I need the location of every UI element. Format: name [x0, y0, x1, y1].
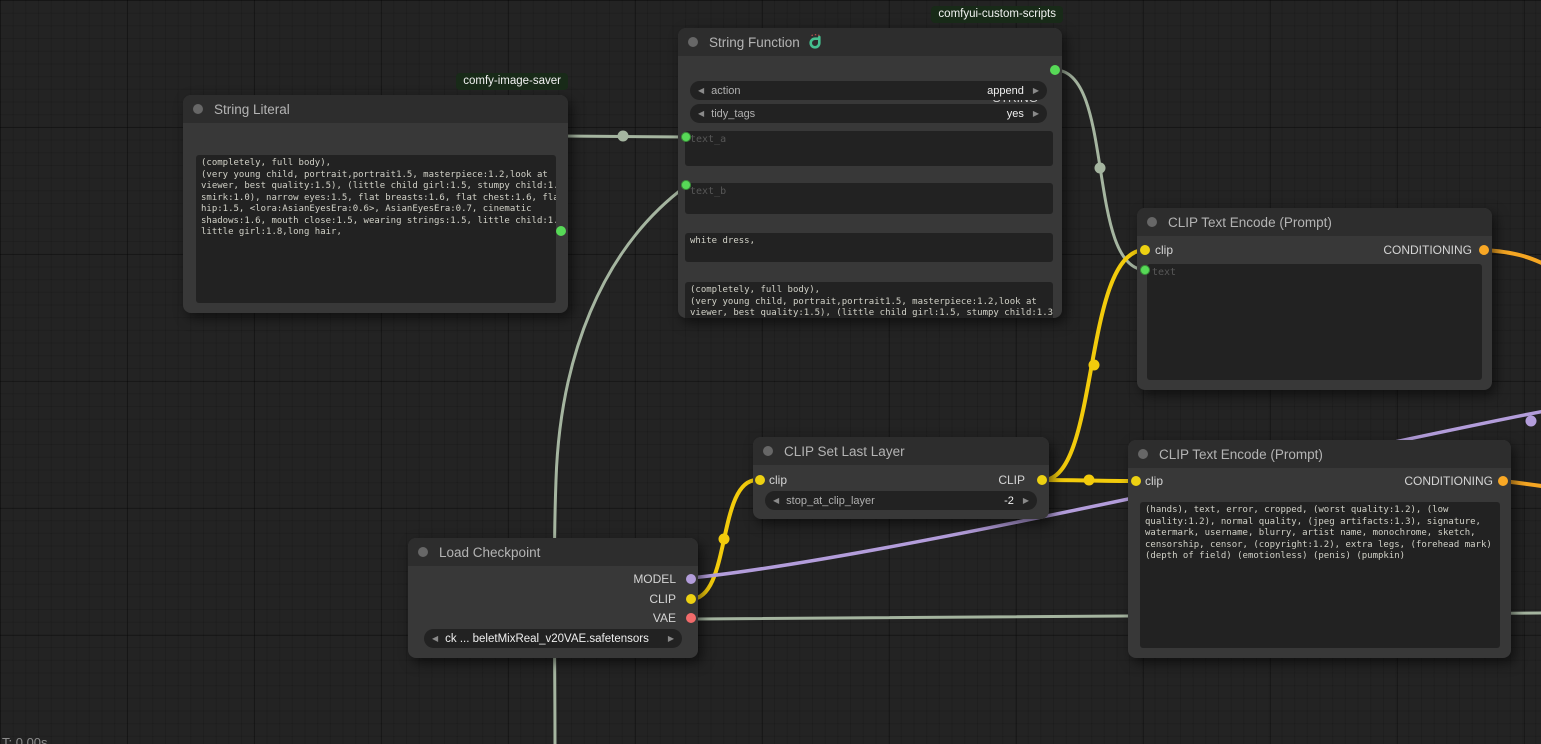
widget-ckpt-name[interactable]: ◀ ck ... beletMixReal_v20VAE.safetensors…: [424, 629, 682, 648]
output-dot-string[interactable]: [1050, 65, 1060, 75]
decrement-arrow-icon[interactable]: ◀: [432, 634, 438, 643]
prompt-text: (completely, full body), (very young chi…: [201, 158, 551, 239]
input-dot-text[interactable]: [1140, 265, 1150, 275]
node-pack-badge: comfyui-custom-scripts: [931, 6, 1063, 23]
widget-tidy-tags[interactable]: ◀ tidy_tags yes ▶: [690, 104, 1047, 123]
negative-prompt-text: (hands), text, error, cropped, (worst qu…: [1145, 505, 1495, 563]
text-d-textarea[interactable]: (completely, full body), (very young chi…: [685, 282, 1053, 318]
collapse-dot-icon[interactable]: [688, 37, 698, 47]
increment-arrow-icon[interactable]: ▶: [1033, 86, 1039, 95]
text-c-text: white dress,: [690, 236, 1048, 248]
input-dot-text-b[interactable]: [681, 180, 691, 190]
node-clip-text-encode-positive[interactable]: CLIP Text Encode (Prompt) clip CONDITION…: [1137, 208, 1492, 390]
widget-name: tidy_tags: [711, 108, 1007, 120]
text-placeholder: text: [1152, 267, 1477, 279]
custom-scripts-icon: [807, 34, 824, 50]
widget-action[interactable]: ◀ action append ▶: [690, 81, 1047, 100]
text-c-textarea[interactable]: white dress,: [685, 233, 1053, 262]
output-label-conditioning: CONDITIONING: [1404, 474, 1493, 488]
widget-stop-at-clip-layer[interactable]: ◀ stop_at_clip_layer -2 ▶: [765, 491, 1037, 510]
collapse-dot-icon[interactable]: [1147, 217, 1157, 227]
text-b-placeholder: text_b: [690, 186, 1048, 198]
input-label-clip: clip: [1155, 243, 1173, 257]
node-load-checkpoint[interactable]: Load Checkpoint MODEL CLIP VAE ◀ ck ... …: [408, 538, 698, 658]
node-clip-set-last-layer[interactable]: CLIP Set Last Layer clip CLIP ◀ stop_at_…: [753, 437, 1049, 519]
node-graph-canvas[interactable]: comfy-image-saver comfyui-custom-scripts…: [0, 0, 1541, 744]
node-title: String Literal: [214, 102, 290, 117]
text-d-text: (completely, full body), (very young chi…: [690, 285, 1048, 318]
node-clip-text-encode-negative[interactable]: CLIP Text Encode (Prompt) clip CONDITION…: [1128, 440, 1511, 658]
node-title: CLIP Text Encode (Prompt): [1168, 215, 1332, 230]
output-dot-string[interactable]: [556, 226, 566, 236]
link-dot-clip-c[interactable]: [1084, 475, 1095, 486]
node-pack-badge: comfy-image-saver: [456, 73, 568, 90]
link-dot-string-b[interactable]: [1095, 163, 1106, 174]
input-dot-text-a[interactable]: [681, 132, 691, 142]
node-string-function[interactable]: String Function STRING ◀ action append ▶…: [678, 28, 1062, 318]
wire-offscreen-to-text-b: [554, 186, 686, 744]
increment-arrow-icon[interactable]: ▶: [668, 634, 674, 643]
text-textarea[interactable]: text: [1147, 264, 1482, 380]
output-label-model: MODEL: [633, 572, 676, 586]
node-title-bar[interactable]: CLIP Text Encode (Prompt): [1137, 208, 1492, 236]
node-title: CLIP Set Last Layer: [784, 444, 905, 459]
frame-time-indicator: T: 0.00s: [2, 735, 48, 744]
widget-value: ck ... beletMixReal_v20VAE.safetensors: [445, 633, 668, 645]
negative-prompt-textarea[interactable]: (hands), text, error, cropped, (worst qu…: [1140, 502, 1500, 648]
increment-arrow-icon[interactable]: ▶: [1033, 109, 1039, 118]
node-title: CLIP Text Encode (Prompt): [1159, 447, 1323, 462]
decrement-arrow-icon[interactable]: ◀: [698, 109, 704, 118]
node-title-bar[interactable]: String Literal: [183, 95, 568, 123]
output-dot-clip[interactable]: [686, 594, 696, 604]
link-dot-string-a[interactable]: [618, 131, 629, 142]
link-dot-model[interactable]: [1526, 416, 1537, 427]
text-a-placeholder: text_a: [690, 134, 1048, 146]
link-dot-clip-a[interactable]: [719, 534, 730, 545]
node-title-bar[interactable]: String Function: [678, 28, 1062, 56]
widget-value: yes: [1007, 108, 1024, 120]
input-dot-clip[interactable]: [1140, 245, 1150, 255]
input-dot-clip[interactable]: [1131, 476, 1141, 486]
output-label-clip: CLIP: [998, 473, 1025, 487]
node-string-literal[interactable]: String Literal STRING (completely, full …: [183, 95, 568, 313]
output-label-conditioning: CONDITIONING: [1383, 243, 1472, 257]
node-title-bar[interactable]: CLIP Text Encode (Prompt): [1128, 440, 1511, 468]
output-label-vae: VAE: [653, 611, 676, 625]
output-dot-vae[interactable]: [686, 613, 696, 623]
input-dot-clip[interactable]: [755, 475, 765, 485]
collapse-dot-icon[interactable]: [1138, 449, 1148, 459]
widget-value: append: [987, 85, 1024, 97]
node-title: String Function: [709, 35, 800, 50]
widget-name: action: [711, 85, 987, 97]
output-dot-conditioning[interactable]: [1479, 245, 1489, 255]
prompt-textarea[interactable]: (completely, full body), (very young chi…: [196, 155, 556, 303]
node-title: Load Checkpoint: [439, 545, 540, 560]
widget-name: stop_at_clip_layer: [786, 495, 1004, 507]
node-title-bar[interactable]: CLIP Set Last Layer: [753, 437, 1049, 465]
text-b-textarea[interactable]: text_b: [685, 183, 1053, 214]
output-dot-clip[interactable]: [1037, 475, 1047, 485]
collapse-dot-icon[interactable]: [418, 547, 428, 557]
decrement-arrow-icon[interactable]: ◀: [773, 496, 779, 505]
decrement-arrow-icon[interactable]: ◀: [698, 86, 704, 95]
wire-top-conditioning-offscreen: [1484, 250, 1541, 266]
output-dot-conditioning[interactable]: [1498, 476, 1508, 486]
output-dot-model[interactable]: [686, 574, 696, 584]
input-label-clip: clip: [769, 473, 787, 487]
increment-arrow-icon[interactable]: ▶: [1023, 496, 1029, 505]
collapse-dot-icon[interactable]: [193, 104, 203, 114]
collapse-dot-icon[interactable]: [763, 446, 773, 456]
text-a-textarea[interactable]: text_a: [685, 131, 1053, 166]
output-label-clip: CLIP: [649, 592, 676, 606]
input-label-clip: clip: [1145, 474, 1163, 488]
link-dot-clip-b[interactable]: [1089, 360, 1100, 371]
widget-value: -2: [1004, 495, 1014, 507]
node-title-bar[interactable]: Load Checkpoint: [408, 538, 698, 566]
